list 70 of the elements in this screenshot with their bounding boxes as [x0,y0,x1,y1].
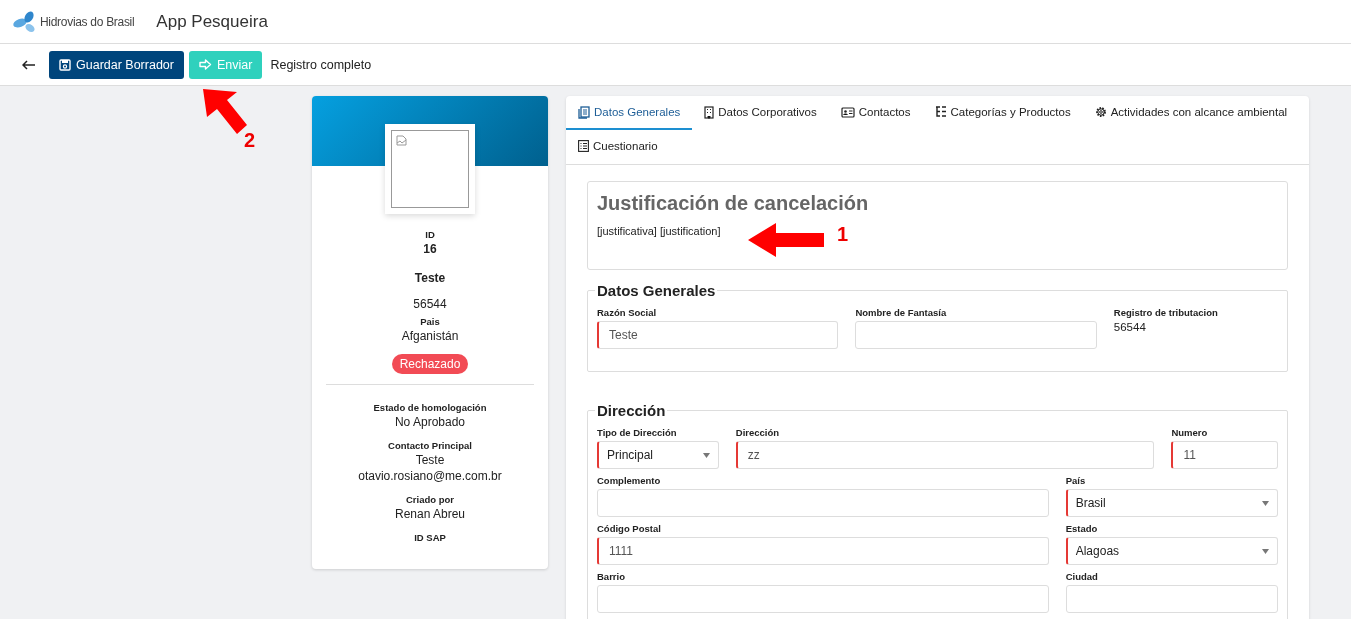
annotation-number: 2 [244,129,256,152]
detail-value: No Aprobado [394,415,465,429]
tab[interactable]: Actividades con alcance ambiental [1082,96,1300,130]
tab[interactable]: Categorías y Productos [922,96,1083,130]
profile-name: Teste [414,271,446,285]
annotation-arrow [203,89,247,135]
field-label: Razón Social [597,307,658,318]
caret-icon [702,452,710,458]
detail-value: Teste [415,453,445,467]
field-label: Nombre de Fantasía [855,307,948,318]
field-label: Numero [1171,427,1209,438]
field-label: Tipo de Dirección [597,427,678,438]
input-field[interactable] [597,489,1049,517]
field-label: Barrio [597,571,626,582]
id-label: ID [425,229,435,240]
input-field[interactable] [855,321,1097,349]
detail-label: ID SAP [414,532,446,543]
tab[interactable]: Datos Generales [566,96,693,130]
field-label: Estado [1065,523,1099,534]
detail-label: Contacto Principal [388,440,472,451]
list-icon [578,140,589,152]
document-icon [578,105,590,119]
select-field[interactable]: Alagoas [1065,537,1278,565]
country-value: Afganistán [401,329,459,343]
input-field[interactable]: Teste [597,321,839,349]
field-label: País [1065,475,1087,486]
input-field[interactable]: 1111 [597,537,1049,565]
contact-card-icon [840,106,855,118]
input-field[interactable]: 11 [1171,441,1278,469]
building-icon [704,105,715,119]
app-title: App Pesqueira [156,11,268,32]
field-label: Dirección [735,427,781,438]
status-text: Registro completo [270,57,372,72]
tax-id: 56544 [413,297,447,311]
input-field[interactable] [1065,585,1278,613]
logo-icon [12,9,38,34]
detail-label: Estado de homologación [373,402,487,413]
input-field[interactable]: zz [735,441,1155,469]
input-field[interactable] [597,585,1049,613]
save-draft-button[interactable]: Guardar Borrador [49,50,184,79]
id-value: 16 [423,242,437,256]
justification-text: [justificativa] [justification] [597,225,721,237]
justification-title: Justificación de cancelación [597,192,870,215]
field-label: Complemento [597,475,662,486]
annotation-number: 1 [837,223,849,246]
detail-value: Renan Abreu [394,507,466,521]
field-label: Ciudad [1065,571,1099,582]
select-field[interactable]: Principal [597,441,719,469]
arrow-left-icon [22,59,36,70]
tab[interactable]: Cuestionario [566,130,670,164]
field-value: 56544 [1113,321,1147,333]
detail-value: otavio.rosiano@me.com.br [358,469,502,483]
select-field[interactable]: Brasil [1065,489,1278,517]
hierarchy-icon [934,106,947,118]
field-label: Registro de tributacion [1113,307,1219,318]
caret-icon [1262,500,1269,506]
tab[interactable]: Contactos [828,96,923,130]
broken-image-icon [396,135,407,146]
field-label: Código Postal [597,523,662,534]
gear-icon [1094,106,1107,118]
detail-label: Criado por [406,494,454,505]
country-label: Pais [420,316,440,327]
arrow-right-icon [198,59,212,70]
save-icon [59,58,71,71]
logo-text: Hidrovias do Brasil [40,14,135,29]
tab[interactable]: Datos Corporativos [692,96,829,130]
status-badge: Rechazado [391,354,469,374]
caret-icon [1262,548,1269,554]
section-title: Dirección [596,402,667,419]
section-title: Datos Generales [596,282,717,299]
